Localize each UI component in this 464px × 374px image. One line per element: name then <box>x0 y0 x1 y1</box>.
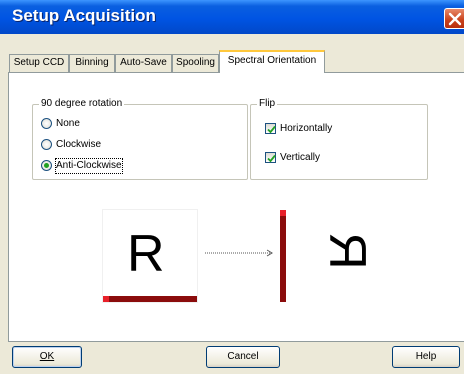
tab-spooling[interactable]: Spooling <box>172 54 219 72</box>
radio-button[interactable] <box>41 160 52 171</box>
radio-button[interactable] <box>41 118 52 129</box>
radio-anti-clockwise[interactable]: Anti-Clockwise <box>41 158 161 174</box>
source-letter: R <box>127 225 165 283</box>
checkbox[interactable] <box>265 123 276 134</box>
checkbox-label: Vertically <box>280 152 321 163</box>
tab-label: Setup CCD <box>13 57 65 68</box>
tab-label: Spectral Orientation <box>227 55 317 66</box>
result-letter: R <box>317 232 376 270</box>
close-button[interactable] <box>444 8 464 29</box>
tab-binning[interactable]: Binning <box>69 54 115 72</box>
tab-label: Binning <box>75 57 109 68</box>
setup-acquisition-dialog: Setup Acquisition Setup CCD Binning Auto… <box>0 0 464 374</box>
checkbox-horizontally[interactable]: Horizontally <box>265 122 405 136</box>
rotation-group-title: 90 degree rotation <box>39 98 125 110</box>
radio-selected-dot <box>44 163 49 168</box>
flip-group: Flip Horizontally Vertically <box>250 98 428 180</box>
cancel-button[interactable]: Cancel <box>206 346 280 368</box>
checkmark-icon <box>267 154 276 163</box>
close-icon <box>448 12 462 26</box>
ok-button[interactable]: OK <box>12 346 82 368</box>
radio-label: Clockwise <box>56 139 102 150</box>
checkbox-label: Horizontally <box>280 123 333 134</box>
tab-auto-save[interactable]: Auto-Save <box>115 54 172 72</box>
radio-label: Anti-Clockwise <box>55 158 123 174</box>
spectral-orientation-panel: 90 degree rotation None Clockwise Anti-C… <box>8 72 464 342</box>
radio-button[interactable] <box>41 139 52 150</box>
help-button-label: Help <box>415 351 437 362</box>
window-title: Setup Acquisition <box>12 6 156 25</box>
source-spectrum-bar <box>103 296 197 302</box>
source-corner-marker <box>103 296 109 302</box>
title-bar[interactable]: Setup Acquisition <box>0 0 464 34</box>
result-preview-image: R <box>280 210 376 302</box>
checkmark-icon <box>267 125 276 134</box>
source-preview-image: R <box>103 210 197 302</box>
tab-setup-ccd[interactable]: Setup CCD <box>9 54 69 72</box>
radio-label: None <box>56 118 80 129</box>
ok-button-label: OK <box>39 351 55 362</box>
result-corner-marker <box>280 210 286 216</box>
tab-strip: Setup CCD Binning Auto-Save Spooling Spe… <box>0 50 464 73</box>
checkbox[interactable] <box>265 152 276 163</box>
radio-clockwise[interactable]: Clockwise <box>41 138 161 152</box>
tab-label: Spooling <box>176 57 215 68</box>
help-button[interactable]: Help <box>392 346 460 368</box>
cancel-button-label: Cancel <box>227 351 259 362</box>
radio-none[interactable]: None <box>41 117 161 131</box>
dotted-arrow-right-icon <box>205 249 273 257</box>
result-spectrum-bar <box>280 210 286 302</box>
flip-group-title: Flip <box>257 98 278 110</box>
tab-label: Auto-Save <box>120 57 167 68</box>
checkbox-vertically[interactable]: Vertically <box>265 151 405 165</box>
tab-spectral-orientation[interactable]: Spectral Orientation <box>219 50 325 73</box>
rotation-group: 90 degree rotation None Clockwise Anti-C… <box>32 98 248 180</box>
